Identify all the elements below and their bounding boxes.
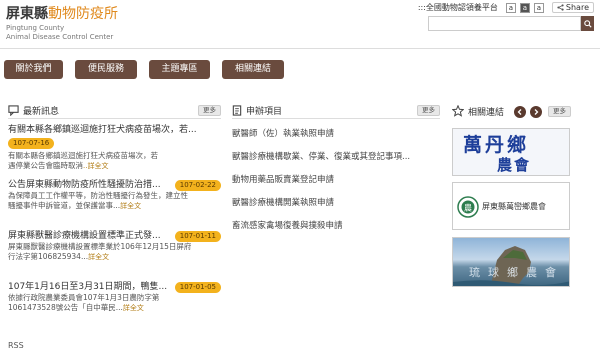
site-title: 屏東縣動物防疫所: [6, 6, 118, 23]
banner-title: 琉球鄉農會: [469, 266, 564, 279]
news-item-title[interactable]: 公告屏東縣動物防疫所性騷擾防治措...: [8, 179, 178, 191]
search-input[interactable]: [428, 16, 581, 31]
carousel-prev-button[interactable]: [514, 106, 526, 118]
link-banner-wanluan[interactable]: 農 屏東縣萬巒鄉農會: [452, 182, 570, 230]
list-icon: [232, 105, 242, 116]
font-size-medium-button[interactable]: a: [519, 2, 530, 13]
nav-about-us[interactable]: 關於我們: [4, 60, 63, 79]
share-icon: [557, 4, 564, 11]
links-more-button[interactable]: 更多: [548, 106, 571, 117]
news-item-desc: 有關本縣各鄉鎮巡迴施打狂犬病疫苗場次，若 遇停業公告會臨時取消..詳全文: [8, 151, 221, 171]
main-nav: 關於我們 便民服務 主題專區 相關連結: [4, 60, 284, 79]
news-desc-text: 1061473528號公告「自中華民...: [8, 303, 123, 312]
news-date-badge: 107-01-05: [174, 282, 221, 293]
news-desc-line: 遇停業公告會臨時取消..詳全文: [8, 161, 221, 171]
apply-header: 申辦項目 更多: [232, 103, 440, 119]
apply-list-item[interactable]: 獸醫診療機構開業執照申請: [232, 197, 440, 209]
share-button[interactable]: Share: [551, 2, 594, 13]
news-desc-line: 依據行政院農業委員會107年1月3日農防字第: [8, 293, 160, 302]
header-divider: [0, 48, 600, 49]
nav-services[interactable]: 便民服務: [75, 60, 137, 79]
carousel-next-button[interactable]: [530, 106, 542, 118]
news-date-badge: 107-01-11: [174, 231, 221, 242]
top-utility-bar: :::全國動物認領養平台 a a a Share: [418, 2, 594, 13]
apply-list-item[interactable]: 動物用藥品販賣業登記申請: [232, 174, 440, 186]
news-item[interactable]: 107年1月16日至3月31日期間，鴨隻... 107-01-05 依據行政院農…: [8, 281, 221, 327]
news-item[interactable]: 屏東縣獸醫診療機構設置標準正式發... 107-01-11 屏東縣獸醫診療機構設…: [8, 230, 221, 276]
apply-list-item[interactable]: 畜流感家禽場復養與撲殺申請: [232, 220, 440, 232]
chevron-left-icon: [517, 109, 522, 115]
rss-link[interactable]: RSS: [8, 341, 24, 350]
news-item-desc: 依據行政院農業委員會107年1月3日農防字第 1061473528號公告「自中華…: [8, 293, 221, 313]
news-item-title[interactable]: 有關本縣各鄉鎮巡迴施打狂犬病疫苗場次，若...: [8, 124, 221, 136]
nav-topics[interactable]: 主題專區: [149, 60, 210, 79]
news-item-desc: 屏東縣獸醫診療機構設置標準業於106年12月15日屏府 行法字第10682593…: [8, 242, 221, 262]
site-subtitle-en-1: Pingtung County: [6, 24, 65, 32]
news-item[interactable]: 公告屏東縣動物防疫所性騷擾防治措... 107-02-22 為保障員工工作權平等…: [8, 179, 221, 225]
nav-links[interactable]: 相關連結: [222, 60, 284, 79]
read-more-link[interactable]: ..詳全文: [83, 162, 108, 170]
chevron-right-icon: [534, 109, 539, 115]
news-title: 最新訊息: [23, 107, 60, 117]
news-desc-text: 遇停業公告會臨時取消: [8, 161, 83, 170]
news-desc-line: 行法字第106825934...詳全文: [8, 252, 221, 262]
news-more-button[interactable]: 更多: [198, 105, 221, 116]
news-item-title[interactable]: 107年1月16日至3月31日期間，鴨隻...: [8, 281, 178, 293]
star-icon: [452, 105, 464, 117]
read-more-link[interactable]: 詳全文: [120, 202, 141, 210]
apply-list-item[interactable]: 獸醫師（佐）執業執照申請: [232, 128, 440, 140]
speech-bubble-icon: [8, 105, 19, 116]
news-date-badge: 107-02-22: [174, 180, 221, 191]
news-date-badge: 107-07-16: [8, 138, 55, 149]
banner-title: 屏東縣萬巒鄉農會: [482, 202, 546, 211]
link-banner-liuqiu[interactable]: 琉球鄉農會: [452, 237, 570, 287]
site-title-accent: 動物防疫所: [48, 6, 118, 22]
read-more-link[interactable]: 詳全文: [88, 253, 109, 261]
page: 屏東縣動物防疫所 Pingtung County Animal Disease …: [0, 0, 600, 355]
banner-subtitle: 農會: [497, 156, 532, 174]
site-subtitle-en-2: Animal Disease Control Center: [6, 33, 114, 41]
news-desc-line: 騷擾事件申訴管道，並保護當事...詳全文: [8, 201, 221, 211]
news-desc-line: 1061473528號公告「自中華民...詳全文: [8, 303, 221, 313]
news-desc-line: 為保障員工工作權平等，防治性騷擾行為發生，建立性: [8, 191, 188, 200]
search-bar: [428, 16, 594, 31]
apply-section: 申辦項目 更多 獸醫師（佐）執業執照申請 獸醫診療機構歇業、停業、復業或其登記事…: [232, 103, 440, 232]
news-item[interactable]: 有關本縣各鄉鎮巡迴施打狂犬病疫苗場次，若... 107-07-16 有關本縣各鄉…: [8, 124, 221, 174]
news-desc-line: 屏東縣獸醫診療機構設置標準業於106年12月15日屏府: [8, 242, 192, 251]
apply-more-button[interactable]: 更多: [417, 105, 440, 116]
search-button[interactable]: [581, 16, 594, 31]
search-icon: [583, 19, 592, 28]
share-label: Share: [565, 3, 589, 12]
news-desc-text: 騷擾事件申訴管道，並保護當事...: [8, 201, 121, 210]
link-banner-wandan[interactable]: 萬丹鄉 農會: [452, 128, 570, 176]
font-size-small-button[interactable]: a: [505, 2, 516, 13]
news-header: 最新訊息 更多: [8, 103, 221, 119]
site-logo[interactable]: 屏東縣動物防疫所 Pingtung County Animal Disease …: [6, 6, 118, 42]
links-title: 相關連結: [468, 107, 505, 118]
farmers-association-logo-icon: 農: [457, 196, 479, 218]
apply-list: 獸醫師（佐）執業執照申請 獸醫診療機構歇業、停業、復業或其登記事項... 動物用…: [232, 128, 440, 232]
svg-text:農: 農: [464, 203, 472, 213]
platform-link[interactable]: :::全國動物認領養平台: [418, 2, 498, 13]
site-title-main: 屏東縣: [6, 6, 48, 22]
news-item-desc: 為保障員工工作權平等，防治性騷擾行為發生，建立性 騷擾事件申訴管道，並保護當事.…: [8, 191, 221, 211]
apply-list-item[interactable]: 獸醫診療機構歇業、停業、復業或其登記事項...: [232, 151, 440, 163]
banner-title: 萬丹鄉: [463, 134, 530, 156]
news-section: 最新訊息 更多 有關本縣各鄉鎮巡迴施打狂犬病疫苗場次，若... 107-07-1…: [8, 103, 221, 327]
apply-title: 申辦項目: [246, 107, 283, 117]
news-desc-line: 有關本縣各鄉鎮巡迴施打狂犬病疫苗場次，若: [8, 151, 158, 160]
read-more-link[interactable]: 詳全文: [123, 304, 144, 312]
news-desc-text: 行法字第106825934...: [8, 252, 89, 261]
news-item-title[interactable]: 屏東縣獸醫診療機構設置標準正式發...: [8, 230, 178, 242]
font-size-large-button[interactable]: a: [533, 2, 544, 13]
